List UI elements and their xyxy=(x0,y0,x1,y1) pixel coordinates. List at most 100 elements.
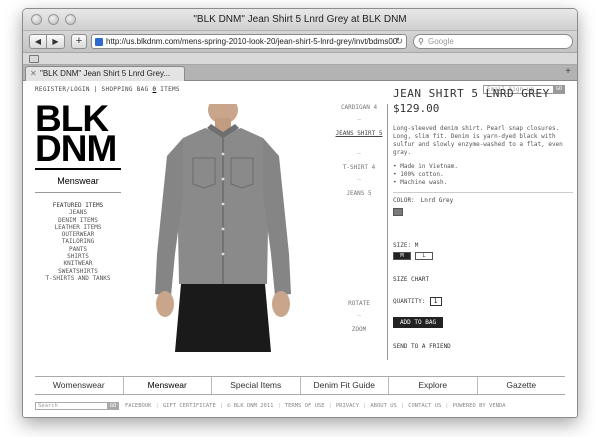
size-value: M xyxy=(414,242,419,249)
product-description: Long-sleeved denim shirt. Pearl snap clo… xyxy=(393,125,563,156)
close-tab-icon[interactable]: ✕ xyxy=(30,67,37,80)
bookmarks-book-icon[interactable] xyxy=(29,55,39,63)
color-swatch[interactable] xyxy=(393,208,403,216)
size-option-l[interactable]: L xyxy=(415,252,433,260)
url-text: http://us.blkdnm.com/mens-spring-2010-lo… xyxy=(106,37,398,46)
product-photo[interactable] xyxy=(143,104,303,352)
details-separator xyxy=(393,192,573,193)
sidebar-item-jeans[interactable]: JEANS xyxy=(33,209,123,216)
header-separator: | xyxy=(93,86,98,93)
bag-count[interactable]: 0 xyxy=(152,86,156,93)
footer-link-terms[interactable]: TERMS OF USE xyxy=(285,403,325,409)
new-tab-button[interactable]: + xyxy=(565,66,571,77)
title-bar: "BLK DNM" Jean Shirt 5 Lnrd Grey at BLK … xyxy=(23,9,577,31)
quantity-row: QUANTITY: 1 xyxy=(393,297,573,306)
tab-title: "BLK DNM" Jean Shirt 5 Lnrd Grey... xyxy=(40,69,171,78)
nav-gazette[interactable]: Gazette xyxy=(476,377,566,394)
size-option-m[interactable]: M xyxy=(393,252,411,260)
address-bar[interactable]: http://us.blkdnm.com/mens-spring-2010-lo… xyxy=(91,34,407,49)
send-to-friend-link[interactable]: SEND TO A FRIEND xyxy=(393,343,573,350)
active-tab[interactable]: ✕ "BLK DNM" Jean Shirt 5 Lnrd Grey... xyxy=(25,66,185,81)
size-chart-link[interactable]: SIZE CHART xyxy=(393,276,573,283)
size-row: SIZE: M xyxy=(393,242,573,249)
logo-underline xyxy=(35,168,121,170)
product-price: $129.00 xyxy=(393,102,440,115)
footer-search-go-button[interactable]: GO xyxy=(107,402,119,410)
search-icon: ⚲ xyxy=(418,37,424,46)
footer-copyright: © BLK DNM 2011 xyxy=(227,403,274,409)
look-item-tshirt[interactable]: T-SHIRT 4 xyxy=(335,164,383,171)
look-separator: – xyxy=(357,116,361,123)
nav-denim-fit-guide[interactable]: Denim Fit Guide xyxy=(299,377,389,394)
bookmarks-bar xyxy=(23,53,577,65)
sidebar-item-tshirts-tanks[interactable]: T-SHIRTS AND TANKS xyxy=(33,275,123,282)
right-hand xyxy=(272,291,290,317)
sidebar-item-featured[interactable]: FEATURED ITEMS xyxy=(33,202,123,209)
sidebar-item-sweatshirts[interactable]: SWEATSHIRTS xyxy=(33,268,123,275)
rotate-link[interactable]: ROTATE xyxy=(335,300,383,307)
quantity-input[interactable]: 1 xyxy=(429,297,442,306)
brand-logo[interactable]: BLK DNM xyxy=(35,100,117,169)
footer-link-facebook[interactable]: FACEBOOK xyxy=(125,403,152,409)
window-title: "BLK DNM" Jean Shirt 5 Lnrd Grey at BLK … xyxy=(193,14,407,25)
page-footer: Search GO FACEBOOK | GIFT CERTIFICATE | … xyxy=(35,402,565,412)
footer-link-gift-certificate[interactable]: GIFT CERTIFICATE xyxy=(163,403,216,409)
items-label: ITEMS xyxy=(160,86,180,93)
footer-link-about[interactable]: ABOUT US xyxy=(370,403,397,409)
nav-menswear[interactable]: Menswear xyxy=(122,377,212,394)
look-item-jeans[interactable]: JEANS 5 xyxy=(335,190,383,197)
account-links: REGISTER/LOGIN | SHOPPING BAG 0 ITEMS xyxy=(35,86,180,93)
color-label: COLOR: xyxy=(393,197,415,204)
footer-search-input[interactable]: Search GO xyxy=(35,402,119,410)
shopping-bag-link[interactable]: SHOPPING BAG xyxy=(102,86,149,93)
sidebar-item-shirts[interactable]: SHIRTS xyxy=(33,253,123,260)
reload-icon[interactable]: ↻ xyxy=(395,35,403,48)
nav-buttons: ◀ ▶ xyxy=(29,34,65,49)
nav-womenswear[interactable]: Womenswear xyxy=(35,377,123,394)
nav-special-items[interactable]: Special Items xyxy=(211,377,300,394)
bullet-item: • Machine wash. xyxy=(393,179,448,186)
section-title: Menswear xyxy=(57,176,99,186)
forward-button[interactable]: ▶ xyxy=(47,34,65,49)
bullet-item: • Made in Vietnam. xyxy=(393,163,459,170)
footer-link-contact[interactable]: CONTACT US xyxy=(408,403,441,409)
sidebar-item-tailoring[interactable]: TAILORING xyxy=(33,238,123,245)
color-row: COLOR: Lnrd Grey xyxy=(393,197,573,204)
add-to-bag-button[interactable]: ADD TO BAG xyxy=(393,317,443,328)
nav-explore[interactable]: Explore xyxy=(388,377,477,394)
sidebar-item-pants[interactable]: PANTS xyxy=(33,246,123,253)
footer-search-placeholder: Search xyxy=(38,403,58,409)
zoom-link[interactable]: ZOOM xyxy=(335,326,383,333)
forward-arrow-icon: ▶ xyxy=(52,37,59,46)
footer-link-privacy[interactable]: PRIVACY xyxy=(336,403,359,409)
product-title: JEAN SHIRT 5 LNRD GREY xyxy=(393,87,550,100)
category-list: FEATURED ITEMS JEANS DENIM ITEMS LEATHER… xyxy=(33,202,123,282)
size-options: M L xyxy=(393,252,573,260)
browser-search-field[interactable]: ⚲ Google xyxy=(413,34,573,49)
size-label: SIZE: xyxy=(393,242,412,249)
color-value: Lnrd Grey xyxy=(420,197,454,204)
browser-toolbar: ◀ ▶ + http://us.blkdnm.com/mens-spring-2… xyxy=(23,31,577,53)
details-divider xyxy=(387,104,388,360)
bullet-item: • 100% cotton. xyxy=(393,171,444,178)
register-login-link[interactable]: REGISTER/LOGIN xyxy=(35,86,90,93)
look-separator: – xyxy=(357,176,361,183)
back-arrow-icon: ◀ xyxy=(34,37,42,46)
look-item-cardigan[interactable]: CARDIGAN 4 xyxy=(335,104,383,111)
browser-window: "BLK DNM" Jean Shirt 5 Lnrd Grey at BLK … xyxy=(22,8,578,418)
plus-icon: + xyxy=(75,35,83,47)
sidebar-item-denim-items[interactable]: DENIM ITEMS xyxy=(33,217,123,224)
sidebar-item-knitwear[interactable]: KNITWEAR xyxy=(33,260,123,267)
sidebar-item-outerwear[interactable]: OUTERWEAR xyxy=(33,231,123,238)
web-page: REGISTER/LOGIN | SHOPPING BAG 0 ITEMS Em… xyxy=(23,82,577,417)
product-details: JEAN SHIRT 5 LNRD GREY $129.00 Long-slee… xyxy=(393,88,573,350)
look-separator: – xyxy=(357,150,361,157)
browser-search-placeholder: Google xyxy=(428,37,454,46)
back-button[interactable]: ◀ xyxy=(29,34,47,49)
footer-links: FACEBOOK | GIFT CERTIFICATE | © BLK DNM … xyxy=(125,403,506,409)
add-bookmark-button[interactable]: + xyxy=(71,34,87,49)
footer-link-venda[interactable]: POWERED BY VENDA xyxy=(453,403,506,409)
logo-line-2: DNM xyxy=(35,128,117,169)
look-item-jeans-shirt[interactable]: JEANS SHIRT 5 xyxy=(335,130,383,137)
sidebar-item-leather-items[interactable]: LEATHER ITEMS xyxy=(33,224,123,231)
